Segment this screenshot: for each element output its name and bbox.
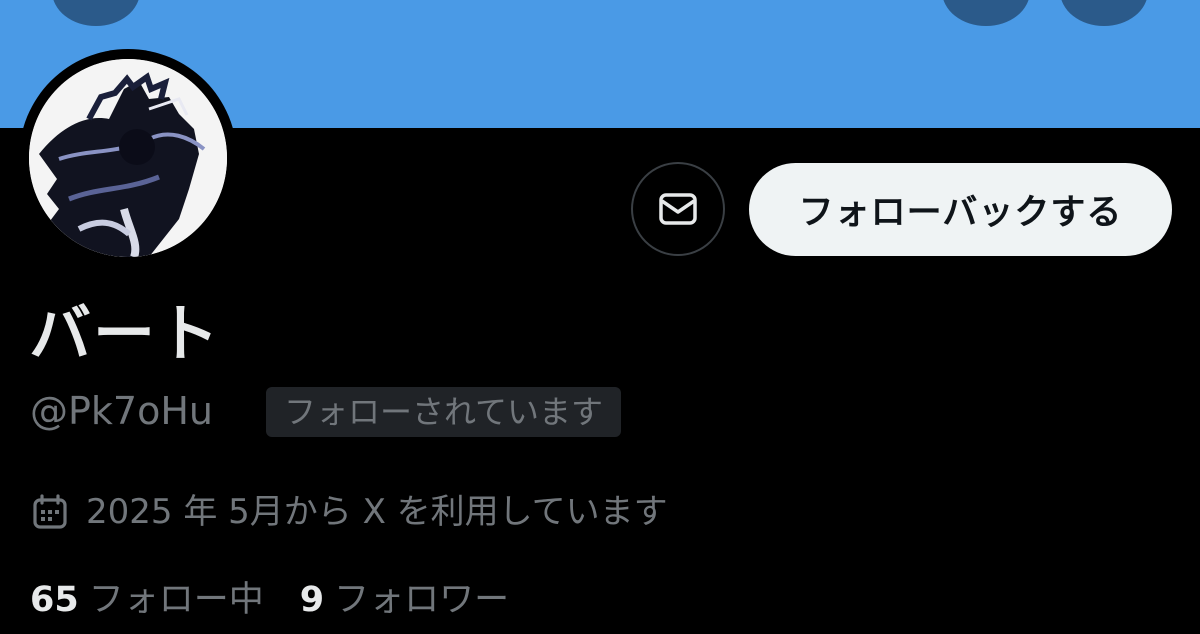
back-button[interactable] (52, 0, 140, 26)
message-button[interactable] (631, 162, 725, 256)
following-label: フォロー中 (88, 580, 264, 620)
follows-you-badge: フォローされています (266, 387, 622, 437)
following-count: 65 (30, 580, 79, 620)
joined-date: 2025 年 5月から X を利用しています (30, 490, 668, 534)
followers-label: フォロワー (334, 580, 510, 620)
search-button[interactable] (942, 0, 1030, 26)
followers-link[interactable]: 9 フォロワー (300, 578, 509, 622)
following-link[interactable]: 65 フォロー中 (30, 578, 264, 622)
profile-page: フォローバックする バート @Pk7oHu フォローされています 2025 年 … (0, 0, 1200, 634)
more-options-button[interactable] (1060, 0, 1148, 26)
calendar-icon (30, 492, 70, 532)
followers-count: 9 (299, 580, 325, 620)
avatar[interactable] (29, 59, 227, 257)
follow-back-button[interactable]: フォローバックする (749, 163, 1172, 256)
profile-stats: 65 フォロー中 9 フォロワー (30, 578, 509, 622)
joined-text: 2025 年 5月から X を利用しています (86, 492, 668, 532)
user-handle: @Pk7oHu (30, 389, 214, 433)
envelope-icon (659, 193, 697, 225)
avatar-image-icon (29, 59, 227, 257)
display-name: バート (29, 297, 222, 370)
